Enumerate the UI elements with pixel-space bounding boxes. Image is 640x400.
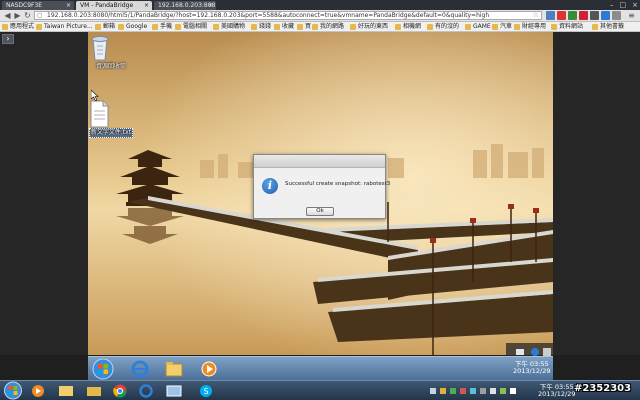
start-button-icon[interactable] [92,358,114,380]
close-icon[interactable]: × [208,1,213,10]
folder-icon[interactable] [164,360,184,378]
bookmark-item[interactable]: 手機 [152,23,172,31]
recycle-bin-icon [91,36,109,61]
clock-date: 2013/12/29 [538,390,576,398]
close-icon[interactable]: × [66,1,71,10]
chevron-right-icon: › [6,34,10,43]
system-tray-icons[interactable] [430,386,530,396]
minimize-icon[interactable]: – [610,0,614,10]
text-file-shortcut[interactable]: 新文字文件.txt [88,100,134,138]
browser-tab-strip: NASDC9F3E × VM - PandaBridge × 192.168.0.2… [0,0,640,10]
bookmark-item[interactable]: 資料網站 [551,23,583,31]
tab-vm-pandabridge[interactable]: VM - PandaBridge × [76,1,152,10]
viewer-left-margin [0,32,88,355]
bookmark-item[interactable]: 電腦相關 [175,23,207,31]
bookmark-item[interactable]: 買 [297,23,311,31]
svg-text:S: S [203,387,208,396]
folder-icon[interactable] [84,383,104,399]
text-file-icon [90,100,109,128]
start-button-icon[interactable] [3,381,23,400]
skype-icon[interactable]: S [196,383,216,399]
recycle-bin-shortcut[interactable]: 資源回收筒 [88,34,134,72]
host-clock[interactable]: 下午 03:55 2013/12/29 [538,384,575,398]
bookmark-item[interactable]: 美國購物 [213,23,245,31]
bookmarks-bar: 應用程式 Taiwan Picture... 郵箱 Google 手機 電腦相關… [0,22,640,32]
menu-icon [543,348,551,356]
remote-taskbar: 下午 03:55 2013/12/29 [88,356,553,380]
help-icon [531,348,539,356]
tab-192-168-0-203[interactable]: 192.168.0.203:808 × [154,1,216,10]
tab-nasdc9f3e[interactable]: NASDC9F3E × [2,1,74,10]
internet-explorer-icon[interactable] [136,383,156,399]
window-controls: – □ × [610,0,638,10]
viewer-right-margin [553,32,640,355]
close-window-icon[interactable]: × [632,0,638,10]
bookmark-item[interactable]: 我的網路 [312,23,344,31]
media-player-icon[interactable] [28,383,48,399]
extension-icon[interactable] [557,11,566,20]
address-bar[interactable]: ▢ 192.168.0.203:8080/html5/1/PandaBridge… [34,11,542,20]
expand-panel-button[interactable]: › [2,34,14,44]
remote-tray-overlay [506,343,553,356]
bookmark-item[interactable]: GAME [465,23,491,31]
bookmark-item[interactable]: Google [118,23,147,31]
close-icon[interactable]: × [144,1,149,10]
extension-icon[interactable] [590,11,599,20]
clock-date: 2013/12/29 [513,367,551,375]
bookmark-item[interactable]: Taiwan Picture... [36,23,93,31]
bookmark-item[interactable]: 收藏 [274,23,294,31]
extension-icon[interactable] [568,11,577,20]
extension-icon[interactable] [601,11,610,20]
icon-label: 資源回收筒 [95,63,126,70]
extension-icon[interactable] [612,11,621,20]
page-icon: ▢ [37,12,43,19]
bookmark-item[interactable]: 汽車 [492,23,512,31]
dialog-titlebar[interactable] [254,155,385,168]
tab-label: 192.168.0.203:808 [158,2,216,9]
url-text: 192.168.0.203:8080/html5/1/PandaBridge/?… [47,12,490,19]
forward-arrow-icon[interactable]: ▶ [13,11,22,20]
mouse-cursor-icon [91,90,99,101]
icon-label: 新文字文件.txt [88,128,134,138]
bookmark-item[interactable]: 有的沒的 [427,23,459,31]
tab-label: NASDC9F3E [6,2,43,9]
watermark: #2352303 [574,383,632,394]
maximize-icon[interactable]: □ [620,0,627,10]
ok-button[interactable]: Ok [306,207,334,216]
snapshot-message-dialog: i Successful create snapshot: rabotest3 … [253,154,390,219]
menu-icon[interactable]: ≡ [627,11,636,20]
tab-label: VM - PandaBridge [80,2,134,9]
bookmark-star-icon[interactable]: ☆ [533,12,539,19]
bookmark-item[interactable]: 錢錢 [251,23,271,31]
bookmark-item[interactable]: 財經專用 [514,23,546,31]
host-taskbar: S 下午 03:55 2013/12/29 [0,380,640,400]
bookmark-item[interactable]: 其他書籤 [592,23,624,31]
bookmark-item[interactable]: 郵箱 [95,23,115,31]
bookmark-item[interactable]: 好玩的東西 [350,23,388,31]
media-player-icon[interactable] [199,360,219,378]
window-icon[interactable] [164,383,184,399]
info-icon: i [262,178,278,194]
browser-toolbar: ◀ ▶ ↻ ▢ 192.168.0.203:8080/html5/1/Panda… [0,10,640,22]
reload-icon[interactable]: ↻ [23,11,32,20]
remote-clock[interactable]: 下午 03:55 2013/12/29 [513,361,550,375]
bookmark-item[interactable]: 應用程式 [2,23,34,31]
chrome-icon[interactable] [110,383,130,399]
extension-icon[interactable] [579,11,588,20]
internet-explorer-icon[interactable] [130,360,150,378]
back-arrow-icon[interactable]: ◀ [3,11,12,20]
dialog-message: Successful create snapshot: rabotest3 [285,181,391,187]
explorer-icon[interactable] [56,383,76,399]
keyboard-icon [516,349,524,355]
bookmark-item[interactable]: 相機網 [395,23,421,31]
extension-icon[interactable] [546,11,555,20]
